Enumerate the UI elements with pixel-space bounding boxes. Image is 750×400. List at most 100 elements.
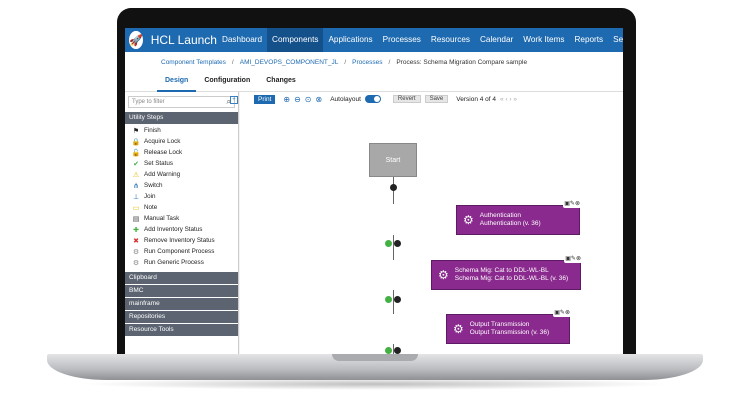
success-connector-icon[interactable]	[385, 240, 392, 247]
nav-resources[interactable]: Resources	[426, 28, 475, 52]
process-step-output-transmission[interactable]: ⚙ Output Transmission Output Transmission…	[446, 309, 571, 344]
breadcrumb-separator: /	[344, 58, 347, 66]
connector-handle[interactable]	[394, 347, 401, 354]
step-label: Run Generic Process	[144, 259, 204, 266]
nav-calendar[interactable]: Calendar	[475, 28, 518, 52]
save-button[interactable]: Save	[424, 95, 449, 103]
main-nav: Dashboard Components Applications Proces…	[217, 28, 623, 52]
add-inventory-icon: ✚	[133, 226, 139, 234]
step-label: Remove Inventory Status	[144, 237, 215, 244]
process-step-authentication[interactable]: ⚙ Authentication Authentication (v. 36) ▣…	[456, 200, 581, 235]
zoom-reset-icon[interactable]: ⊗	[315, 95, 322, 104]
nav-dashboard[interactable]: Dashboard	[217, 28, 267, 52]
section-repositories[interactable]: Repositories	[125, 311, 238, 323]
process-step-schema-migration[interactable]: ⚙ Schema Mig: Cat to DDL-WL-BL Schema Mig…	[431, 255, 582, 290]
step-version: Schema Mig: Cat to DDL-WL-BL (v. 36)	[454, 275, 569, 282]
join-icon: ⊥	[132, 193, 140, 201]
check-circle-icon: ✔	[133, 160, 139, 168]
step-label: Add Warning	[144, 171, 181, 178]
step-label: Manual Task	[144, 215, 180, 222]
step-version: Authentication (v. 36)	[479, 220, 541, 227]
nav-applications[interactable]: Applications	[323, 28, 377, 52]
step-actions-icon[interactable]: ▣✎⊗	[564, 255, 582, 263]
utility-steps-list: ⚑ Finish 🔒 Acquire Lock 🔓 Release Lock ✔ Set…	[125, 125, 238, 268]
step-label: Finish	[144, 127, 161, 134]
lock-icon: 🔒	[131, 138, 141, 146]
breadcrumb-processes[interactable]: Processes	[352, 59, 382, 66]
success-connector-icon[interactable]	[385, 296, 392, 303]
filter-input[interactable]: Type to filter ⌕	[128, 96, 235, 108]
flag-icon: ⚑	[132, 127, 140, 135]
nav-processes[interactable]: Processes	[378, 28, 426, 52]
breadcrumb-component-templates[interactable]: Component Templates	[161, 59, 226, 66]
step-version: Output Transmission (v. 36)	[469, 329, 550, 336]
expand-icon[interactable]: +	[230, 96, 238, 104]
step-add-warning[interactable]: ⚠ Add Warning	[125, 169, 238, 180]
section-utility-steps[interactable]: Utility Steps	[125, 112, 238, 124]
version-label: Version 4 of 4	[456, 95, 497, 103]
step-acquire-lock[interactable]: 🔒 Acquire Lock	[125, 136, 238, 147]
canvas-toolbar: Print ⊕ ⊖ ⊙ ⊗ Autolayout Revert Save Ver…	[240, 92, 623, 106]
unlock-icon: 🔓	[131, 149, 141, 157]
connector-handle[interactable]	[394, 240, 401, 247]
success-connector-icon[interactable]	[385, 347, 392, 354]
nav-reports[interactable]: Reports	[569, 28, 608, 52]
step-label: Add Inventory Status	[144, 226, 203, 233]
section-resource-tools[interactable]: Resource Tools	[125, 324, 238, 336]
zoom-out-icon[interactable]: ⊖	[294, 95, 301, 104]
step-remove-inventory-status[interactable]: ✖ Remove Inventory Status	[125, 235, 238, 246]
autolayout-label: Autolayout	[330, 95, 361, 103]
top-navigation-bar: 🚀 HCL Launch Dashboard Components Applic…	[125, 28, 623, 52]
section-clipboard[interactable]: Clipboard	[125, 272, 238, 284]
tab-design[interactable]: Design	[157, 72, 197, 92]
breadcrumb-separator: /	[388, 58, 391, 66]
step-manual-task[interactable]: ▤ Manual Task	[125, 213, 238, 224]
connector-handle[interactable]	[394, 296, 401, 303]
step-name: Schema Mig: Cat to DDL-WL-BL	[454, 267, 549, 274]
step-finish[interactable]: ⚑ Finish	[125, 125, 238, 136]
print-button[interactable]: Print	[254, 94, 276, 104]
step-add-inventory-status[interactable]: ✚ Add Inventory Status	[125, 224, 238, 235]
connector-handle[interactable]	[390, 184, 397, 191]
step-set-status[interactable]: ✔ Set Status	[125, 158, 238, 169]
step-join[interactable]: ⊥ Join	[125, 191, 238, 202]
gear-icon: ⚙	[453, 322, 464, 336]
step-name: Authentication	[479, 212, 521, 219]
revert-button[interactable]: Revert	[392, 95, 421, 103]
tab-configuration[interactable]: Configuration	[196, 72, 258, 92]
nav-settings[interactable]: Settings	[608, 28, 623, 52]
tab-changes[interactable]: Changes	[258, 72, 304, 92]
step-actions-icon[interactable]: ▣✎⊗	[553, 309, 571, 317]
step-label: Note	[144, 204, 158, 211]
version-nav-icon[interactable]: « ‹ › »	[500, 96, 517, 103]
nav-components[interactable]: Components	[267, 28, 324, 52]
start-node[interactable]: Start	[369, 143, 417, 177]
warning-icon: ⚠	[132, 171, 140, 179]
nav-work-items[interactable]: Work Items	[518, 28, 569, 52]
step-release-lock[interactable]: 🔓 Release Lock	[125, 147, 238, 158]
step-switch[interactable]: ⋔ Switch	[125, 180, 238, 191]
step-run-component-process[interactable]: ⚙ Run Component Process	[125, 246, 238, 257]
run-icon: ⚙	[132, 248, 140, 256]
autolayout-toggle[interactable]	[364, 95, 381, 103]
step-note[interactable]: ▭ Note	[125, 202, 238, 213]
rocket-logo-icon[interactable]: 🚀	[129, 31, 143, 49]
breadcrumb-separator: /	[231, 58, 234, 66]
run-icon: ⚙	[132, 259, 140, 267]
breadcrumb-component[interactable]: AMI_DEVOPS_COMPONENT_JL	[240, 59, 339, 66]
connector-line	[393, 290, 394, 314]
breadcrumb: Component Templates / AMI_DEVOPS_COMPONE…	[125, 52, 623, 72]
step-run-generic-process[interactable]: ⚙ Run Generic Process	[125, 257, 238, 268]
task-icon: ▤	[132, 215, 140, 223]
section-mainframe[interactable]: mainframe	[125, 298, 238, 310]
step-palette: Type to filter ⌕ + Utility Steps ⚑ Finish…	[125, 92, 239, 354]
laptop-notch	[332, 354, 418, 361]
zoom-fit-icon[interactable]: ⊙	[305, 95, 312, 104]
section-bmc[interactable]: BMC	[125, 285, 238, 297]
zoom-in-icon[interactable]: ⊕	[283, 95, 290, 104]
gear-icon: ⚙	[438, 268, 449, 282]
step-actions-icon[interactable]: ▣✎⊗	[563, 200, 581, 208]
app-title[interactable]: HCL Launch	[151, 33, 217, 47]
screen: 🚀 HCL Launch Dashboard Components Applic…	[125, 28, 623, 354]
breadcrumb-current: Process: Schema Migration Compare sample	[396, 58, 528, 66]
